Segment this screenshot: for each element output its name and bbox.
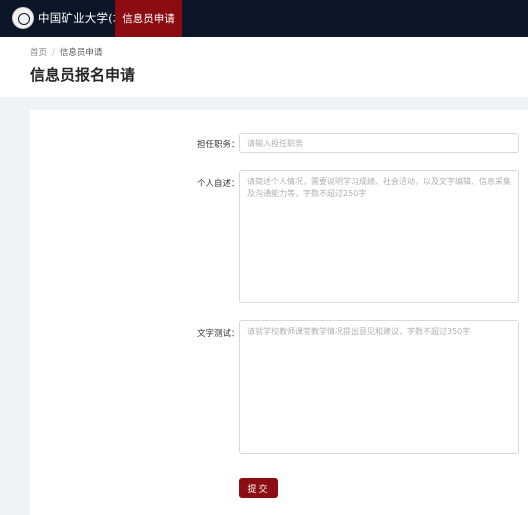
position-input[interactable] xyxy=(239,133,519,153)
writing-test-label: 文字测试： xyxy=(197,329,240,339)
position-label: 担任职务： xyxy=(197,140,240,150)
self-intro-label: 个人自述： xyxy=(197,179,240,189)
breadcrumb-current: 信息员申请 xyxy=(59,48,103,58)
university-emblem-icon xyxy=(12,7,34,29)
breadcrumb-home-link[interactable]: 首页 xyxy=(30,48,47,58)
self-intro-textarea[interactable] xyxy=(239,170,519,303)
top-navbar: 中国矿业大学(北京) 信息员申请 xyxy=(0,0,528,37)
submit-button[interactable]: 提交 xyxy=(239,478,278,498)
page-header: 首页 / 信息员申请 信息员报名申请 xyxy=(0,37,528,97)
breadcrumb: 首页 / 信息员申请 xyxy=(30,46,102,58)
nav-tab-info-officer-application[interactable]: 信息员申请 xyxy=(115,0,182,37)
breadcrumb-separator: / xyxy=(52,48,55,58)
writing-test-textarea[interactable] xyxy=(239,320,519,454)
page-title: 信息员报名申请 xyxy=(30,66,136,84)
